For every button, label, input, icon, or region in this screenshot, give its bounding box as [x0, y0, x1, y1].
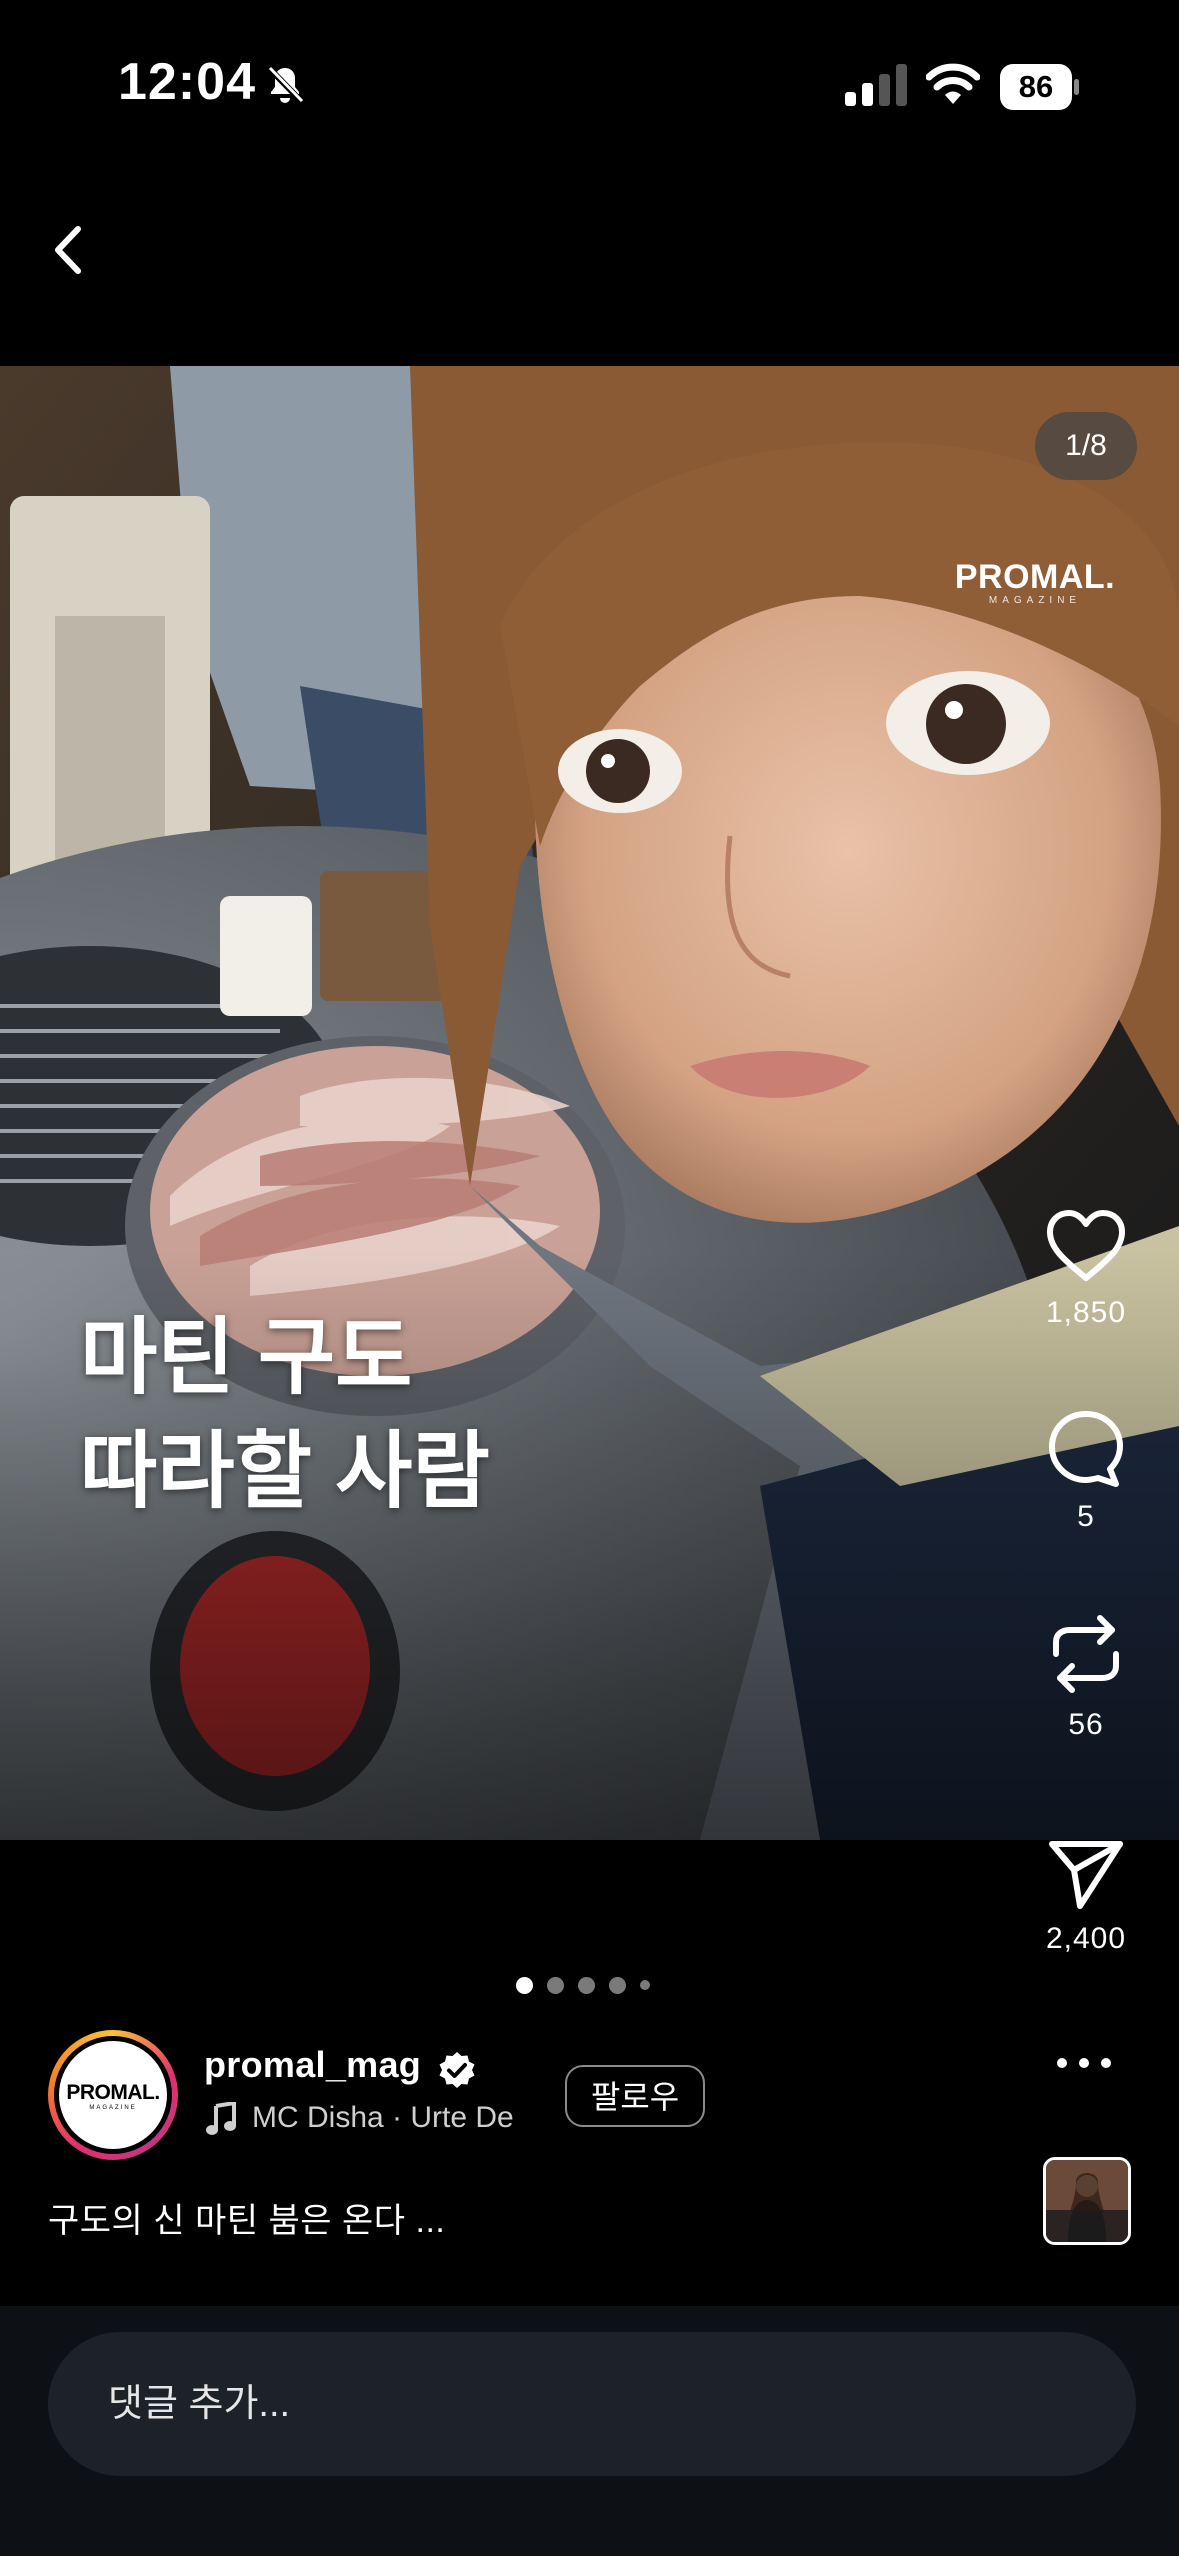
music-note-icon [206, 2102, 236, 2135]
verified-badge-icon [439, 2052, 475, 2088]
overlay-line-1: 마틴 구도 [80, 1310, 413, 1404]
image-counter: 1/8 [1035, 412, 1137, 480]
comment-bubble-icon [1049, 1411, 1123, 1487]
comment-bar [0, 2306, 1179, 2556]
battery-level: 86 [1018, 69, 1054, 104]
carousel-indicator [516, 1976, 650, 1994]
repost-icon [1053, 1615, 1119, 1693]
username[interactable]: promal_mag [204, 2044, 421, 2086]
post-caption[interactable]: 구도의 신 마틴 붐은 온다 ... [48, 2193, 445, 2242]
cellular-signal-icon [845, 64, 907, 106]
bell-slash-icon [266, 65, 305, 105]
share-button[interactable]: 2,400 [1035, 1836, 1137, 1956]
share-count: 2,400 [1045, 1922, 1127, 1955]
send-icon [1049, 1841, 1123, 1909]
chevron-left-icon[interactable] [40, 215, 102, 285]
heart-icon [1047, 1210, 1125, 1281]
repost-count: 56 [1068, 1708, 1104, 1741]
carousel-dot [516, 1976, 533, 1994]
watermark-logo: PROMAL. MAGAZINE [950, 558, 1120, 606]
battery-icon: 86 [1000, 64, 1080, 110]
repost-button[interactable]: 56 [1035, 1612, 1137, 1742]
overlay-line-2: 따라할 사람 [80, 1424, 490, 1518]
avatar[interactable]: PROMAL. MAGAZINE [48, 2030, 178, 2160]
comment-input[interactable] [48, 2332, 1136, 2476]
carousel-dot [609, 1976, 626, 1994]
watermark-sub: MAGAZINE [988, 595, 1082, 606]
avatar-sub: MAGAZINE [89, 2105, 137, 2111]
carousel-dot [640, 1980, 650, 1990]
music-track[interactable]: MC Disha · Urte De [252, 2101, 514, 2135]
overlay-text: 마틴 구도 따라할 사람 [80, 1300, 490, 1528]
carousel-dot [547, 1976, 564, 1994]
carousel-dot [578, 1976, 595, 1994]
follow-button[interactable]: 팔로우 [565, 2065, 705, 2127]
status-time: 12:04 [118, 53, 256, 111]
comment-count: 5 [1077, 1500, 1095, 1533]
more-horizontal-icon[interactable] [1052, 2048, 1116, 2078]
comment-button[interactable]: 5 [1035, 1408, 1137, 1534]
audio-thumbnail[interactable] [1043, 2157, 1131, 2245]
watermark-brand: PROMAL. [954, 558, 1116, 596]
like-button[interactable]: 1,850 [1035, 1208, 1137, 1330]
wifi-icon [926, 63, 980, 104]
like-count: 1,850 [1045, 1296, 1127, 1329]
avatar-brand: PROMAL. [66, 2081, 160, 2104]
